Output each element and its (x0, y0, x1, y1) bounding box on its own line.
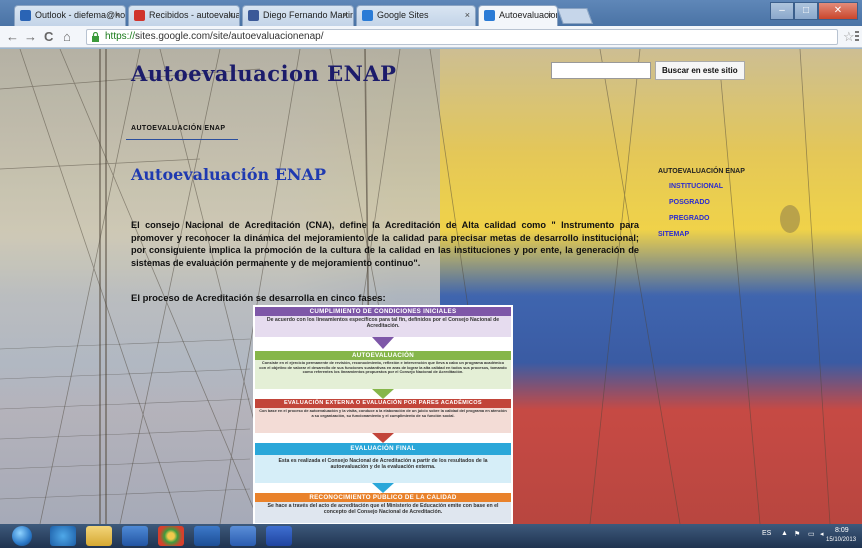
address-bar[interactable]: https://sites.google.com/site/autoevalua… (86, 29, 838, 45)
window-controls: – □ ✕ (770, 2, 858, 20)
phase-description: Consiste en el ejercicio permanente de r… (259, 360, 507, 375)
close-tab-icon[interactable]: × (547, 10, 552, 20)
close-tab-icon[interactable]: × (115, 10, 120, 20)
search-button[interactable]: Buscar en este sitio (655, 61, 745, 80)
phase-2: AUTOEVALUACIÓN Consiste en el ejercicio … (255, 351, 511, 389)
volume-icon[interactable]: ◂ (820, 530, 824, 538)
intro-paragraph: El consejo Nacional de Acreditación (CNA… (131, 220, 639, 268)
close-tab-icon[interactable]: × (229, 10, 234, 20)
phase-description: Se hace a través del acto de acreditació… (267, 503, 499, 516)
sidebar-item-pregrado[interactable]: PREGRADO (669, 215, 709, 222)
phase-title: EVALUACIÓN FINAL (255, 443, 511, 455)
close-window-button[interactable]: ✕ (818, 2, 858, 20)
phase-description: Con base en el proceso de autoevaluación… (259, 408, 507, 418)
outlook-icon (20, 10, 31, 21)
site-title[interactable]: Autoevaluacion ENAP (131, 61, 396, 86)
nav-divider (126, 139, 238, 140)
google-sites-icon (362, 10, 373, 21)
tab-label: Outlook - diefema@hotm (35, 10, 126, 20)
phase-title: CUMPLIMIENTO DE CONDICIONES INICIALES (255, 307, 511, 316)
clock-date[interactable]: 15/10/2013 (826, 537, 856, 543)
home-button[interactable]: ⌂ (63, 29, 71, 45)
clock-time[interactable]: 8:09 (835, 527, 849, 534)
new-tab-button[interactable] (557, 8, 593, 24)
phase-description: De acuerdo con los lineamientos específi… (266, 317, 500, 330)
phase-title: RECONOCIMIENTO PÚBLICO DE LA CALIDAD (255, 493, 511, 502)
gmail-icon (134, 10, 145, 21)
back-button[interactable]: ← (6, 29, 19, 45)
down-arrow-icon (372, 483, 394, 493)
maximize-button[interactable]: □ (794, 2, 818, 20)
search-input[interactable] (551, 62, 651, 79)
sidebar-heading[interactable]: AUTOEVALUACIÓN ENAP (658, 168, 745, 175)
network-app-icon[interactable] (194, 526, 220, 546)
word-icon[interactable] (266, 526, 292, 546)
flag-icon[interactable]: ⚑ (794, 530, 800, 538)
phase-description: Esta es realizada el Consejo Nacional de… (278, 458, 488, 471)
phase-5: RECONOCIMIENTO PÚBLICO DE LA CALIDAD Se … (255, 493, 511, 523)
sitemap-link[interactable]: SITEMAP (658, 231, 689, 238)
file-explorer-icon[interactable] (86, 526, 112, 546)
tab-label: Recibidos - autoevaluacio (149, 10, 239, 20)
close-tab-icon[interactable]: × (465, 10, 470, 20)
tab-google-sites[interactable]: Google Sites × (356, 5, 476, 26)
menu-icon[interactable] (855, 30, 859, 42)
down-arrow-icon (372, 433, 394, 443)
lync-icon[interactable] (230, 526, 256, 546)
sidebar-item-institucional[interactable]: INSTITUCIONAL (669, 183, 723, 190)
google-sites-icon (484, 10, 495, 21)
windows-taskbar: ES ▲ ⚑ ▭ ◂ 8:09 15/10/2013 (0, 524, 862, 548)
reload-button[interactable]: C (44, 29, 53, 45)
url-scheme: https:// (105, 31, 136, 42)
network-icon[interactable]: ▭ (808, 530, 815, 538)
windows-start-icon[interactable] (12, 526, 32, 546)
tab-autoevaluacion[interactable]: Autoevaluacion ENAP × (478, 5, 558, 26)
forward-button[interactable]: → (24, 29, 37, 45)
show-hidden-icons-icon[interactable]: ▲ (781, 530, 788, 537)
lock-icon (92, 32, 99, 42)
page-content: Autoevaluacion ENAP Buscar en este sitio… (0, 49, 862, 524)
tab-gmail[interactable]: Recibidos - autoevaluacio × (128, 5, 240, 26)
url-path: sites.google.com/site/autoevaluacionenap… (135, 31, 324, 42)
tab-label: Diego Fernando Martinez (263, 10, 353, 20)
close-tab-icon[interactable]: × (343, 10, 348, 20)
language-indicator[interactable]: ES (762, 530, 771, 537)
minimize-button[interactable]: – (770, 2, 794, 20)
internet-explorer-icon[interactable] (50, 526, 76, 546)
down-arrow-icon (372, 337, 394, 349)
page-title: Autoevaluación ENAP (131, 165, 326, 184)
sidebar-item-posgrado[interactable]: POSGRADO (669, 199, 710, 206)
bookmark-star-icon[interactable]: ☆ (843, 29, 855, 45)
facebook-icon (248, 10, 259, 21)
phases-intro: El proceso de Acreditación se desarrolla… (131, 293, 386, 304)
tab-outlook[interactable]: Outlook - diefema@hotm × (14, 5, 126, 26)
phase-title: AUTOEVALUACIÓN (255, 351, 511, 360)
tab-label: Google Sites (377, 10, 429, 20)
tab-facebook[interactable]: Diego Fernando Martinez × (242, 5, 354, 26)
phase-4: EVALUACIÓN FINAL Esta es realizada el Co… (255, 443, 511, 483)
phase-title: EVALUACIÓN EXTERNA O EVALUACIÓN POR PARE… (255, 399, 511, 408)
phase-3: EVALUACIÓN EXTERNA O EVALUACIÓN POR PARE… (255, 399, 511, 433)
nav-tab-autoevaluacion[interactable]: AUTOEVALUACIÓN ENAP (131, 125, 225, 132)
accreditation-phases-diagram: CUMPLIMIENTO DE CONDICIONES INICIALES De… (253, 305, 513, 524)
down-arrow-icon (372, 389, 394, 399)
media-player-icon[interactable] (122, 526, 148, 546)
browser-toolbar: ← → C ⌂ https://sites.google.com/site/au… (0, 26, 862, 48)
phase-1: CUMPLIMIENTO DE CONDICIONES INICIALES De… (255, 307, 511, 337)
browser-titlebar: Outlook - diefema@hotm × Recibidos - aut… (0, 0, 862, 26)
chrome-icon[interactable] (158, 526, 184, 546)
